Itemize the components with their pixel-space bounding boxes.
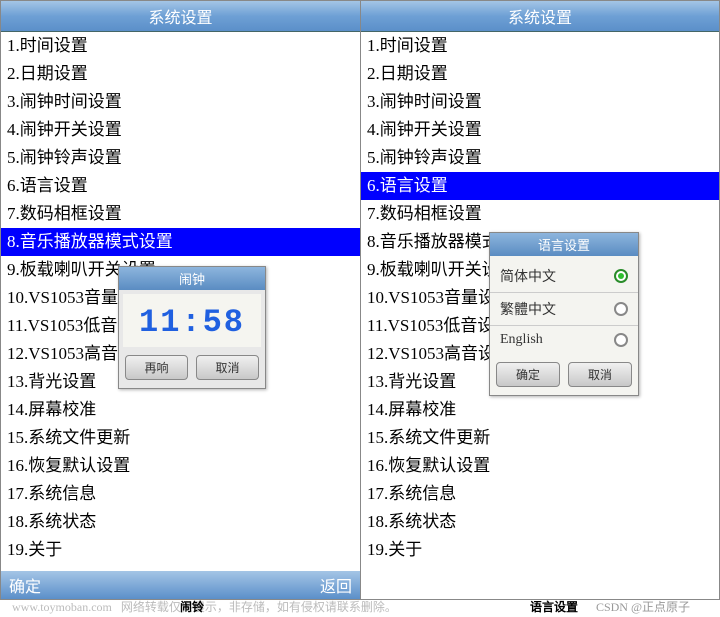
menu-item[interactable]: 5.闹钟铃声设置 bbox=[361, 144, 719, 172]
menu-item[interactable]: 1.时间设置 bbox=[361, 32, 719, 60]
menu-item[interactable]: 7.数码相框设置 bbox=[361, 200, 719, 228]
language-option-label: 简体中文 bbox=[500, 266, 556, 286]
softkey-back[interactable]: 返回 bbox=[320, 573, 352, 597]
menu-item[interactable]: 17.系统信息 bbox=[1, 480, 360, 508]
snooze-button[interactable]: 再响 bbox=[125, 355, 188, 380]
menu-item[interactable]: 8.音乐播放器模式设置 bbox=[1, 228, 360, 256]
alarm-popup: 闹钟 11:58 再响 取消 bbox=[118, 266, 266, 389]
menu-item[interactable]: 14.屏幕校准 bbox=[1, 396, 360, 424]
softkey-ok[interactable]: 确定 bbox=[9, 573, 41, 597]
menu-item[interactable]: 15.系统文件更新 bbox=[1, 424, 360, 452]
radio-icon[interactable] bbox=[614, 333, 628, 347]
watermark-site: www.toymoban.com bbox=[12, 600, 112, 614]
language-option[interactable]: English bbox=[490, 326, 638, 354]
cancel-alarm-button[interactable]: 取消 bbox=[196, 355, 259, 380]
left-caption: 闹铃 bbox=[180, 598, 204, 615]
language-option-label: 繁體中文 bbox=[500, 299, 556, 319]
menu-item[interactable]: 19.关于 bbox=[1, 536, 360, 564]
alarm-time: 11:58 bbox=[123, 294, 261, 347]
menu-item[interactable]: 14.屏幕校准 bbox=[361, 396, 719, 424]
menu-item[interactable]: 3.闹钟时间设置 bbox=[361, 88, 719, 116]
menu-item[interactable]: 16.恢复默认设置 bbox=[361, 452, 719, 480]
menu-item[interactable]: 6.语言设置 bbox=[1, 172, 360, 200]
language-option[interactable]: 简体中文 bbox=[490, 260, 638, 293]
language-popup: 语言设置 简体中文繁體中文 English 确定 取消 bbox=[489, 232, 639, 396]
right-caption: 语言设置 bbox=[530, 598, 578, 615]
menu-item[interactable]: 18.系统状态 bbox=[1, 508, 360, 536]
language-option-label: English bbox=[500, 332, 543, 348]
radio-icon[interactable] bbox=[614, 269, 628, 283]
menu-item[interactable]: 5.闹钟铃声设置 bbox=[1, 144, 360, 172]
left-title: 系统设置 bbox=[1, 1, 360, 32]
alarm-popup-title: 闹钟 bbox=[119, 267, 265, 290]
menu-item[interactable]: 15.系统文件更新 bbox=[361, 424, 719, 452]
menu-item[interactable]: 4.闹钟开关设置 bbox=[1, 116, 360, 144]
right-title: 系统设置 bbox=[361, 1, 719, 32]
menu-item[interactable]: 17.系统信息 bbox=[361, 480, 719, 508]
radio-icon[interactable] bbox=[614, 302, 628, 316]
language-ok-button[interactable]: 确定 bbox=[496, 362, 560, 387]
menu-item[interactable]: 19.关于 bbox=[361, 536, 719, 564]
menu-item[interactable]: 6.语言设置 bbox=[361, 172, 719, 200]
menu-item[interactable]: 2.日期设置 bbox=[361, 60, 719, 88]
menu-item[interactable]: 7.数码相框设置 bbox=[1, 200, 360, 228]
attribution: CSDN @正点原子 bbox=[596, 598, 690, 615]
menu-item[interactable]: 1.时间设置 bbox=[1, 32, 360, 60]
footer: www.toymoban.com 网络转载仅供展示，非存储，如有侵权请联系删除。… bbox=[0, 596, 720, 617]
menu-item[interactable]: 18.系统状态 bbox=[361, 508, 719, 536]
menu-item[interactable]: 16.恢复默认设置 bbox=[1, 452, 360, 480]
language-cancel-button[interactable]: 取消 bbox=[568, 362, 632, 387]
left-bottombar: 确定 返回 bbox=[1, 571, 360, 599]
watermark-note: 网络转载仅供展示，非存储，如有侵权请联系删除。 bbox=[121, 600, 397, 614]
language-option[interactable]: 繁體中文 bbox=[490, 293, 638, 326]
language-popup-title: 语言设置 bbox=[490, 233, 638, 256]
menu-item[interactable]: 2.日期设置 bbox=[1, 60, 360, 88]
language-option-list: 简体中文繁體中文 English bbox=[490, 256, 638, 358]
menu-item[interactable]: 4.闹钟开关设置 bbox=[361, 116, 719, 144]
menu-item[interactable]: 3.闹钟时间设置 bbox=[1, 88, 360, 116]
